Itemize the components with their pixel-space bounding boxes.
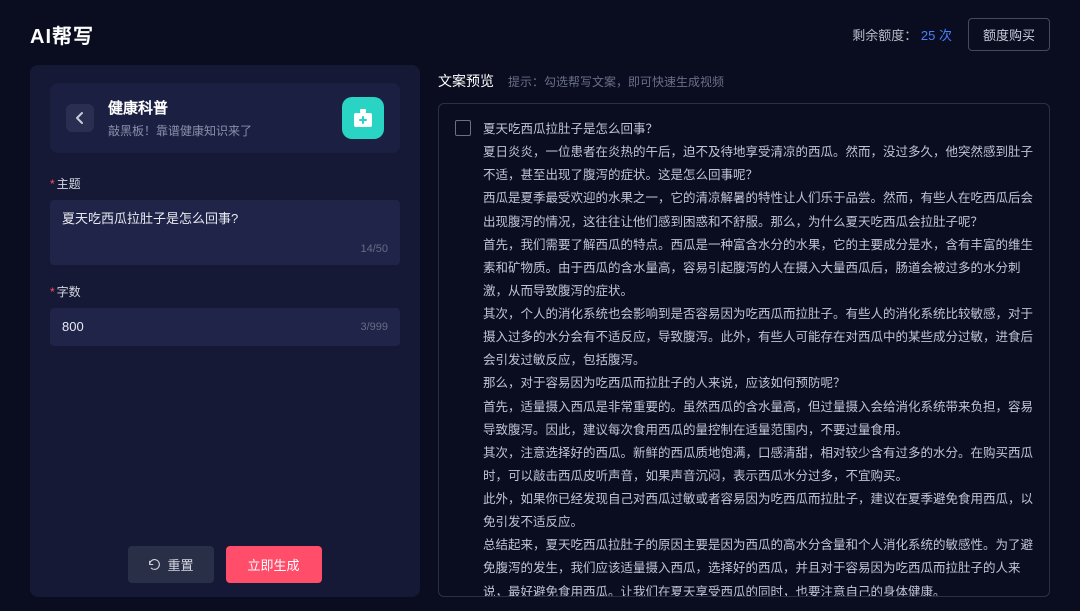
category-subtitle: 敲黑板！靠谱健康知识来了 (108, 122, 328, 139)
medical-kit-icon (342, 97, 384, 139)
app-title: AI帮写 (30, 20, 94, 49)
quota-count: 25 次 (921, 28, 952, 43)
count-label: *字数 (50, 283, 400, 300)
preview-title: 文案预览 (438, 71, 494, 91)
topic-input[interactable] (62, 210, 388, 225)
select-content-checkbox[interactable] (455, 120, 471, 136)
app-header: AI帮写 剩余额度： 25 次 额度购买 (0, 0, 1080, 65)
category-title: 健康科普 (108, 97, 328, 118)
chevron-left-icon (75, 111, 85, 125)
word-count-input[interactable] (62, 319, 388, 334)
generated-text: 夏天吃西瓜拉肚子是怎么回事？ 夏日炎炎，一位患者在炎热的午后，迫不及待地享受清凉… (483, 118, 1033, 597)
generate-button[interactable]: 立即生成 (226, 546, 322, 583)
quota-display: 剩余额度： 25 次 (852, 25, 952, 44)
count-counter: 3/999 (360, 321, 388, 333)
topic-label: *主题 (50, 175, 400, 192)
back-button[interactable] (66, 104, 94, 132)
config-panel: 健康科普 敲黑板！靠谱健康知识来了 *主题 14/50 *字数 3/999 (30, 65, 420, 597)
reset-button[interactable]: 重置 (128, 546, 213, 583)
category-card: 健康科普 敲黑板！靠谱健康知识来了 (50, 83, 400, 153)
preview-body[interactable]: 夏天吃西瓜拉肚子是怎么回事？ 夏日炎炎，一位患者在炎热的午后，迫不及待地享受清凉… (438, 103, 1050, 597)
preview-panel: 文案预览 提示：勾选帮写文案，即可快速生成视频 夏天吃西瓜拉肚子是怎么回事？ 夏… (438, 65, 1050, 597)
preview-hint: 提示：勾选帮写文案，即可快速生成视频 (508, 73, 724, 90)
topic-counter: 14/50 (62, 243, 388, 255)
buy-quota-button[interactable]: 额度购买 (968, 18, 1050, 51)
quota-label: 剩余额度： (852, 28, 917, 43)
refresh-icon (148, 558, 161, 571)
